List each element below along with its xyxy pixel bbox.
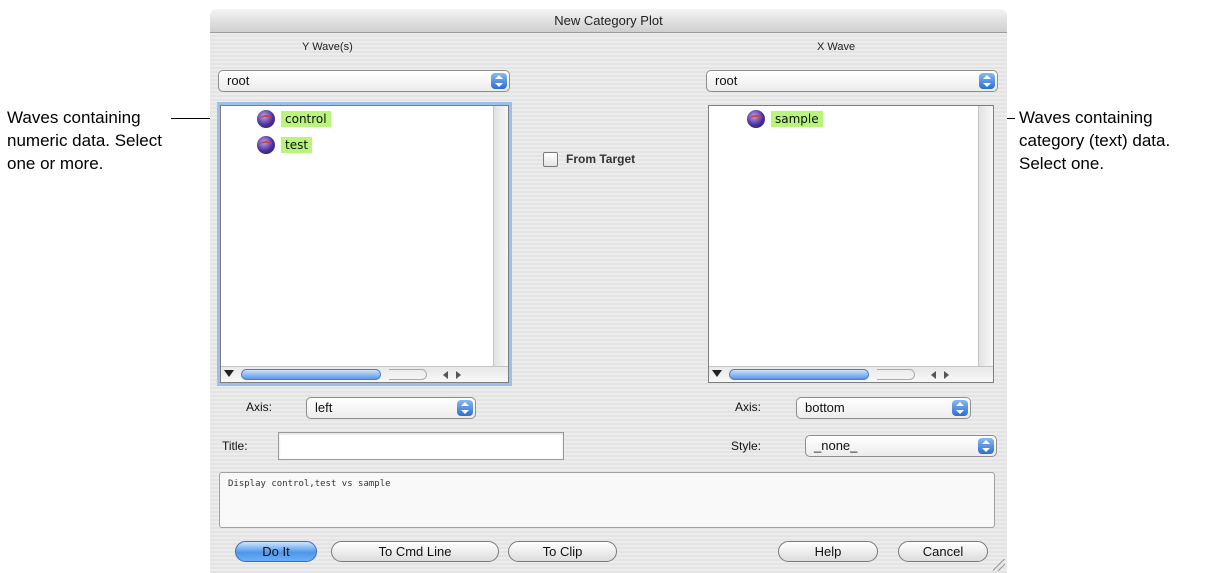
annotation-text: Select one. <box>1019 154 1105 173</box>
from-target-label: From Target <box>566 152 636 166</box>
wave-icon <box>257 110 275 128</box>
title-input[interactable] <box>278 432 564 460</box>
dialog-title: New Category Plot <box>210 9 1007 33</box>
vertical-scrollbar[interactable] <box>978 106 993 367</box>
horizontal-scrollbar[interactable] <box>221 366 508 382</box>
list-item-label: test <box>281 137 313 153</box>
list-menu-icon[interactable] <box>712 370 722 377</box>
y-folder-popup[interactable]: root <box>218 70 510 92</box>
annotation-text: one or more. <box>7 154 104 173</box>
scroll-track <box>389 369 427 380</box>
x-wave-list[interactable]: sample <box>708 105 994 383</box>
do-it-button[interactable]: Do It <box>235 541 317 562</box>
annotation-text: Waves containing <box>1019 108 1153 127</box>
popup-arrow-icon <box>978 438 994 454</box>
resize-grip-icon[interactable] <box>993 559 1005 571</box>
command-preview: Display control,test vs sample <box>219 472 995 528</box>
from-target-checkbox[interactable] <box>543 152 558 167</box>
title-label: Title: <box>222 439 248 453</box>
x-folder-value: root <box>715 73 738 88</box>
x-axis-value: bottom <box>805 400 845 415</box>
x-wave-label: X Wave <box>817 41 856 53</box>
style-value: _none_ <box>814 438 858 453</box>
list-item-label: sample <box>771 111 823 127</box>
cancel-button[interactable]: Cancel <box>898 541 988 562</box>
style-popup[interactable]: _none_ <box>805 435 997 457</box>
annotation-text: Waves containing <box>7 108 141 127</box>
scroll-thumb[interactable] <box>729 369 869 380</box>
list-item-label: control <box>281 111 331 127</box>
popup-arrow-icon <box>457 400 473 416</box>
y-axis-value: left <box>315 400 333 415</box>
x-axis-label: Axis: <box>735 400 762 414</box>
horizontal-scrollbar[interactable] <box>709 366 993 382</box>
scroll-right-icon[interactable] <box>944 371 949 379</box>
list-menu-icon[interactable] <box>224 370 234 377</box>
y-axis-popup[interactable]: left <box>306 397 476 419</box>
popup-arrow-icon <box>952 400 968 416</box>
help-button[interactable]: Help <box>778 541 878 562</box>
wave-icon <box>257 136 275 154</box>
popup-arrow-icon <box>491 73 507 89</box>
scroll-track <box>877 369 915 380</box>
scroll-left-icon[interactable] <box>443 371 448 379</box>
popup-arrow-icon <box>979 73 995 89</box>
to-clip-button[interactable]: To Clip <box>508 541 617 562</box>
vertical-scrollbar[interactable] <box>493 106 508 367</box>
y-axis-label: Axis: <box>246 400 273 414</box>
annotation-text: numeric data. Select <box>7 131 162 150</box>
y-waves-label: Y Wave(s) <box>302 41 353 53</box>
wave-icon <box>747 110 765 128</box>
to-cmd-line-button[interactable]: To Cmd Line <box>331 541 499 562</box>
style-label: Style: <box>731 439 762 453</box>
scroll-left-icon[interactable] <box>931 371 936 379</box>
new-category-plot-dialog: New Category Plot Y Wave(s) root control… <box>210 9 1007 573</box>
scroll-right-icon[interactable] <box>456 371 461 379</box>
scroll-thumb[interactable] <box>241 369 381 380</box>
y-wave-list[interactable]: control test <box>220 105 509 383</box>
x-axis-popup[interactable]: bottom <box>796 397 971 419</box>
x-folder-popup[interactable]: root <box>706 70 998 92</box>
y-folder-value: root <box>227 73 250 88</box>
annotation-text: category (text) data. <box>1019 131 1171 150</box>
